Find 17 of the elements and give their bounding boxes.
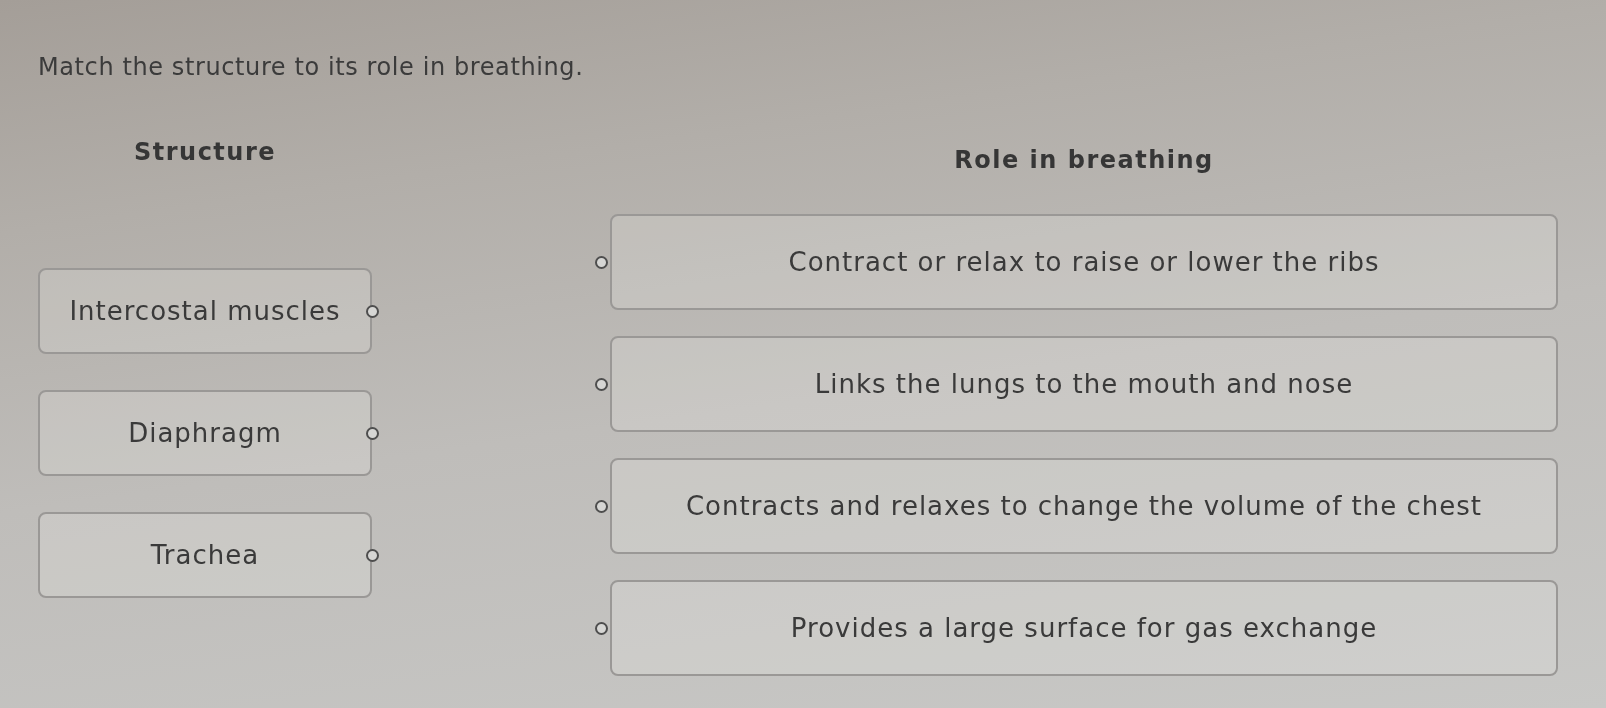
role-option[interactable]: Contract or relax to raise or lower the ribs xyxy=(610,214,1558,310)
role-option[interactable]: Links the lungs to the mouth and nose xyxy=(610,336,1558,432)
connector-circle-icon[interactable] xyxy=(366,426,379,440)
structure-option[interactable]: Trachea xyxy=(38,512,372,598)
question-text: Match the structure to its role in breathing. xyxy=(38,52,584,82)
structure-option[interactable]: Diaphragm xyxy=(38,390,372,476)
connector-circle-icon[interactable] xyxy=(366,548,379,562)
connector-circle-icon[interactable] xyxy=(595,499,608,513)
connector-circle-icon[interactable] xyxy=(595,621,608,635)
column-heading: Role in breathing xyxy=(953,146,1215,174)
connector-circle-icon[interactable] xyxy=(595,377,608,391)
role-option[interactable]: Contracts and relaxes to change the volume of the chest xyxy=(610,458,1558,554)
connector-circle-icon[interactable] xyxy=(595,255,608,269)
structure-option[interactable]: Intercostal muscles xyxy=(38,268,372,354)
column-heading: Structure xyxy=(132,138,278,166)
connector-circle-icon[interactable] xyxy=(366,304,379,318)
role-option[interactable]: Provides a large surface for gas exchange xyxy=(610,580,1558,676)
